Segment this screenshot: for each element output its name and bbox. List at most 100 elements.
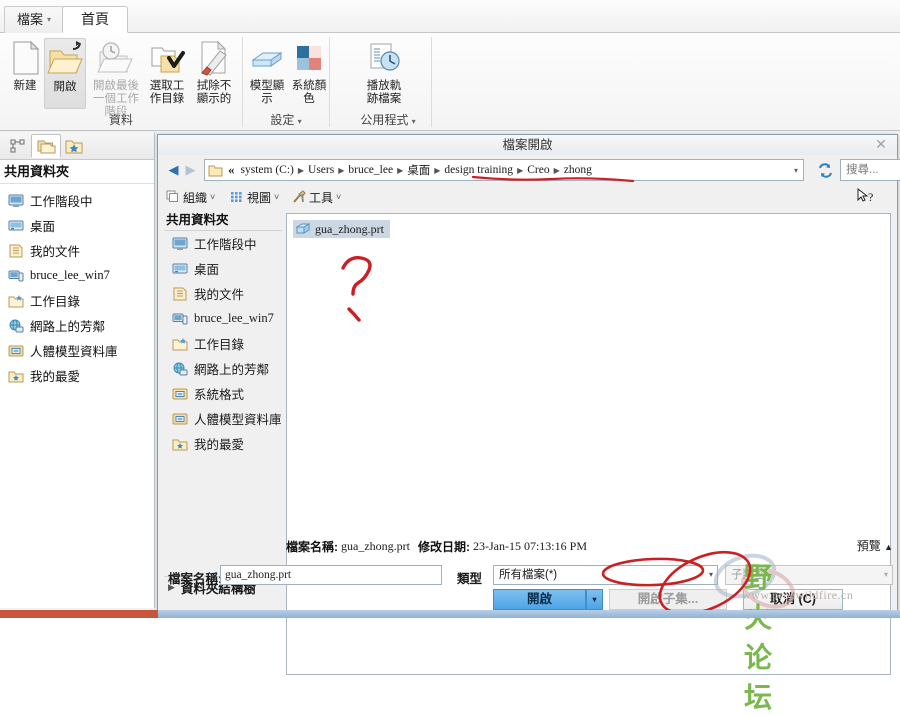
breadcrumb-item-desktop[interactable]: 桌面 bbox=[404, 162, 433, 178]
open-last-session-icon bbox=[88, 38, 144, 78]
breadcrumb-item-bruce-lee[interactable]: bruce_lee bbox=[345, 164, 396, 176]
dialog-sidebar-item-favorites[interactable]: 我的最愛 bbox=[164, 431, 282, 456]
tab-file[interactable]: 檔案 ▾ bbox=[4, 6, 65, 33]
filetype-select-value: 所有檔案(*) bbox=[499, 569, 558, 581]
ribbon-button-open-last-session[interactable]: 開啟最後一個工作階段 bbox=[88, 38, 144, 119]
breadcrumb-item-zhong[interactable]: zhong bbox=[561, 164, 595, 176]
close-icon[interactable]: ✕ bbox=[873, 136, 889, 152]
dialog-sidebar-item-manikin-library[interactable]: 人體模型資料庫 bbox=[164, 406, 282, 431]
dialog-sidebar-item-my-documents[interactable]: 我的文件 bbox=[164, 281, 282, 306]
ribbon-group-settings-label[interactable]: 設定 ▾ bbox=[243, 111, 329, 130]
ribbon-button-model-display-label: 模型顯示 bbox=[249, 80, 285, 105]
sidebar-item-manikin-library[interactable]: 人體模型資料庫 bbox=[0, 338, 154, 363]
ribbon-button-model-display[interactable]: 模型顯示 bbox=[246, 38, 288, 106]
toolbar-tools-label: 工具 bbox=[309, 190, 334, 205]
dialog-sidebar-item-label: 我的最愛 bbox=[194, 438, 245, 452]
filesubtype-select[interactable]: 子類型 ▾ bbox=[725, 565, 893, 585]
sidebar-item-working-directory[interactable]: 工作目錄 bbox=[0, 288, 154, 313]
working-dir-icon bbox=[8, 294, 24, 307]
ribbon-group-settings-text: 設定 bbox=[270, 113, 295, 127]
filename-input[interactable]: gua_zhong.prt bbox=[220, 565, 442, 585]
tab-home-label: 首頁 bbox=[81, 11, 109, 27]
status-filename-value: gua_zhong.prt bbox=[341, 538, 410, 553]
dialog-sidebar-item-computer[interactable]: bruce_lee_win7 bbox=[164, 306, 282, 331]
dialog-path-row: ◀ ▶ « system (C:) ▶ Users ▶ bruce_lee ▶ … bbox=[158, 155, 900, 185]
ribbon-button-select-working-directory[interactable]: 選取工作目錄 bbox=[146, 38, 188, 106]
folder-browser-icon bbox=[37, 140, 56, 153]
chevron-down-icon: ▾ bbox=[883, 570, 888, 579]
network-icon bbox=[173, 362, 188, 375]
breadcrumb-item-design-training[interactable]: design training bbox=[441, 164, 516, 176]
dialog-sidebar-item-in-session[interactable]: 工作階段中 bbox=[164, 231, 282, 256]
toolbar-tools[interactable]: 工具 ˅ bbox=[292, 187, 341, 207]
ribbon-tab-strip: 檔案 ▾ 首頁 bbox=[0, 0, 900, 33]
open-subset-button[interactable]: 開啟子集... bbox=[609, 589, 727, 610]
dialog-button-row: 開啟 ▾ 開啟子集... 取消 (C) bbox=[158, 589, 899, 612]
dialog-sidebar-item-network[interactable]: 網路上的芳鄰 bbox=[164, 356, 282, 381]
organize-icon bbox=[166, 190, 178, 202]
navigator-tab-favorites[interactable] bbox=[59, 134, 89, 158]
working-dir-icon bbox=[172, 337, 188, 350]
dialog-sidebar-item-label: 桌面 bbox=[194, 263, 220, 277]
part-file-icon bbox=[296, 222, 310, 234]
sidebar-item-my-documents[interactable]: 我的文件 bbox=[0, 238, 154, 263]
search-input[interactable]: 搜尋... bbox=[840, 159, 900, 181]
bottom-left-strip bbox=[0, 610, 158, 618]
breadcrumb-item-creo[interactable]: Creo bbox=[524, 164, 552, 176]
ribbon-group-utilities-label[interactable]: 公用程式 ▾ bbox=[345, 111, 431, 130]
breadcrumb-item-system-c[interactable]: system (C:) bbox=[238, 164, 297, 176]
favorites-icon bbox=[172, 439, 188, 450]
file-status-strip: 檔案名稱: gua_zhong.prt 修改日期: 23-Jan-15 07:1… bbox=[286, 535, 891, 557]
filetype-select[interactable]: 所有檔案(*) ▾ bbox=[493, 565, 718, 585]
open-dropdown-button[interactable]: ▾ bbox=[586, 589, 603, 610]
preview-toggle[interactable]: 預覽 ▲ bbox=[857, 537, 893, 554]
navigator-tab-model-tree[interactable] bbox=[3, 134, 33, 158]
new-file-icon bbox=[4, 38, 46, 78]
sidebar-item-label: 人體模型資料庫 bbox=[30, 345, 118, 359]
refresh-icon[interactable] bbox=[815, 159, 835, 181]
file-list-item-label: gua_zhong.prt bbox=[315, 221, 384, 236]
preview-toggle-label: 預覽 bbox=[856, 539, 881, 553]
ribbon-button-new-label: 新建 bbox=[13, 80, 37, 92]
sidebar-item-in-session[interactable]: 工作階段中 bbox=[0, 188, 154, 213]
navigator-tab-folder-browser[interactable] bbox=[31, 134, 61, 158]
dialog-sidebar-item-working-directory[interactable]: 工作目錄 bbox=[164, 331, 282, 356]
path-dropdown-icon[interactable]: ▾ bbox=[789, 166, 803, 175]
cancel-button[interactable]: 取消 (C) bbox=[743, 589, 843, 610]
ribbon-button-new[interactable]: 新建 bbox=[4, 38, 46, 93]
ribbon-button-open[interactable]: 開啟 bbox=[44, 38, 86, 109]
toolbar-organize[interactable]: 組織 ˅ bbox=[166, 187, 215, 207]
toolbar-view[interactable]: 視圖 ˅ bbox=[230, 187, 279, 207]
documents-icon bbox=[173, 287, 187, 300]
sidebar-item-desktop[interactable]: 桌面 bbox=[0, 213, 154, 238]
dialog-sidebar-item-desktop[interactable]: 桌面 bbox=[164, 256, 282, 281]
model-tree-icon bbox=[10, 139, 24, 152]
ribbon-button-erase-not-displayed[interactable]: 拭除不顯示的 bbox=[192, 38, 236, 106]
sidebar-item-computer[interactable]: bruce_lee_win7 bbox=[0, 263, 154, 288]
back-arrow-icon[interactable]: ◀ bbox=[166, 162, 181, 178]
erase-not-displayed-icon bbox=[192, 38, 236, 78]
breadcrumb-overflow[interactable]: « bbox=[225, 162, 238, 178]
play-trail-file-icon bbox=[363, 38, 405, 78]
open-button[interactable]: 開啟 bbox=[493, 589, 586, 610]
file-list-item[interactable]: gua_zhong.prt bbox=[293, 220, 390, 238]
breadcrumb-item-users[interactable]: Users bbox=[305, 164, 337, 176]
tab-home[interactable]: 首頁 bbox=[62, 6, 128, 33]
svg-text:?: ? bbox=[868, 190, 873, 204]
view-icon bbox=[231, 192, 242, 202]
dialog-sidebar-item-label: bruce_lee_win7 bbox=[194, 311, 274, 325]
dialog-sidebar-item-system-formats[interactable]: 系統格式 bbox=[164, 381, 282, 406]
path-breadcrumb-bar[interactable]: « system (C:) ▶ Users ▶ bruce_lee ▶ 桌面 ▶… bbox=[204, 159, 804, 181]
dialog-sidebar-item-label: 工作階段中 bbox=[194, 238, 257, 252]
help-pointer-icon[interactable]: ? bbox=[857, 187, 877, 207]
ribbon-button-play-trail-file[interactable]: 播放軌跡檔案 bbox=[363, 38, 405, 106]
sidebar-item-favorites[interactable]: 我的最愛 bbox=[0, 363, 154, 388]
navigator-header: 共用資料夾 bbox=[0, 160, 154, 184]
sidebar-item-network[interactable]: 網路上的芳鄰 bbox=[0, 313, 154, 338]
computer-icon bbox=[8, 270, 24, 281]
breadcrumb-separator-icon: ▶ bbox=[517, 165, 524, 175]
application-window: 檔案 ▾ 首頁 新建 開啟 開啟最後一個工作階段 選取工作目錄 拭除不顯示的 資… bbox=[0, 0, 900, 714]
ribbon-button-system-colors[interactable]: 系統顏色 bbox=[288, 38, 330, 106]
breadcrumb-separator-icon: ▶ bbox=[297, 165, 305, 175]
toolbar-organize-label: 組織 bbox=[183, 190, 208, 205]
